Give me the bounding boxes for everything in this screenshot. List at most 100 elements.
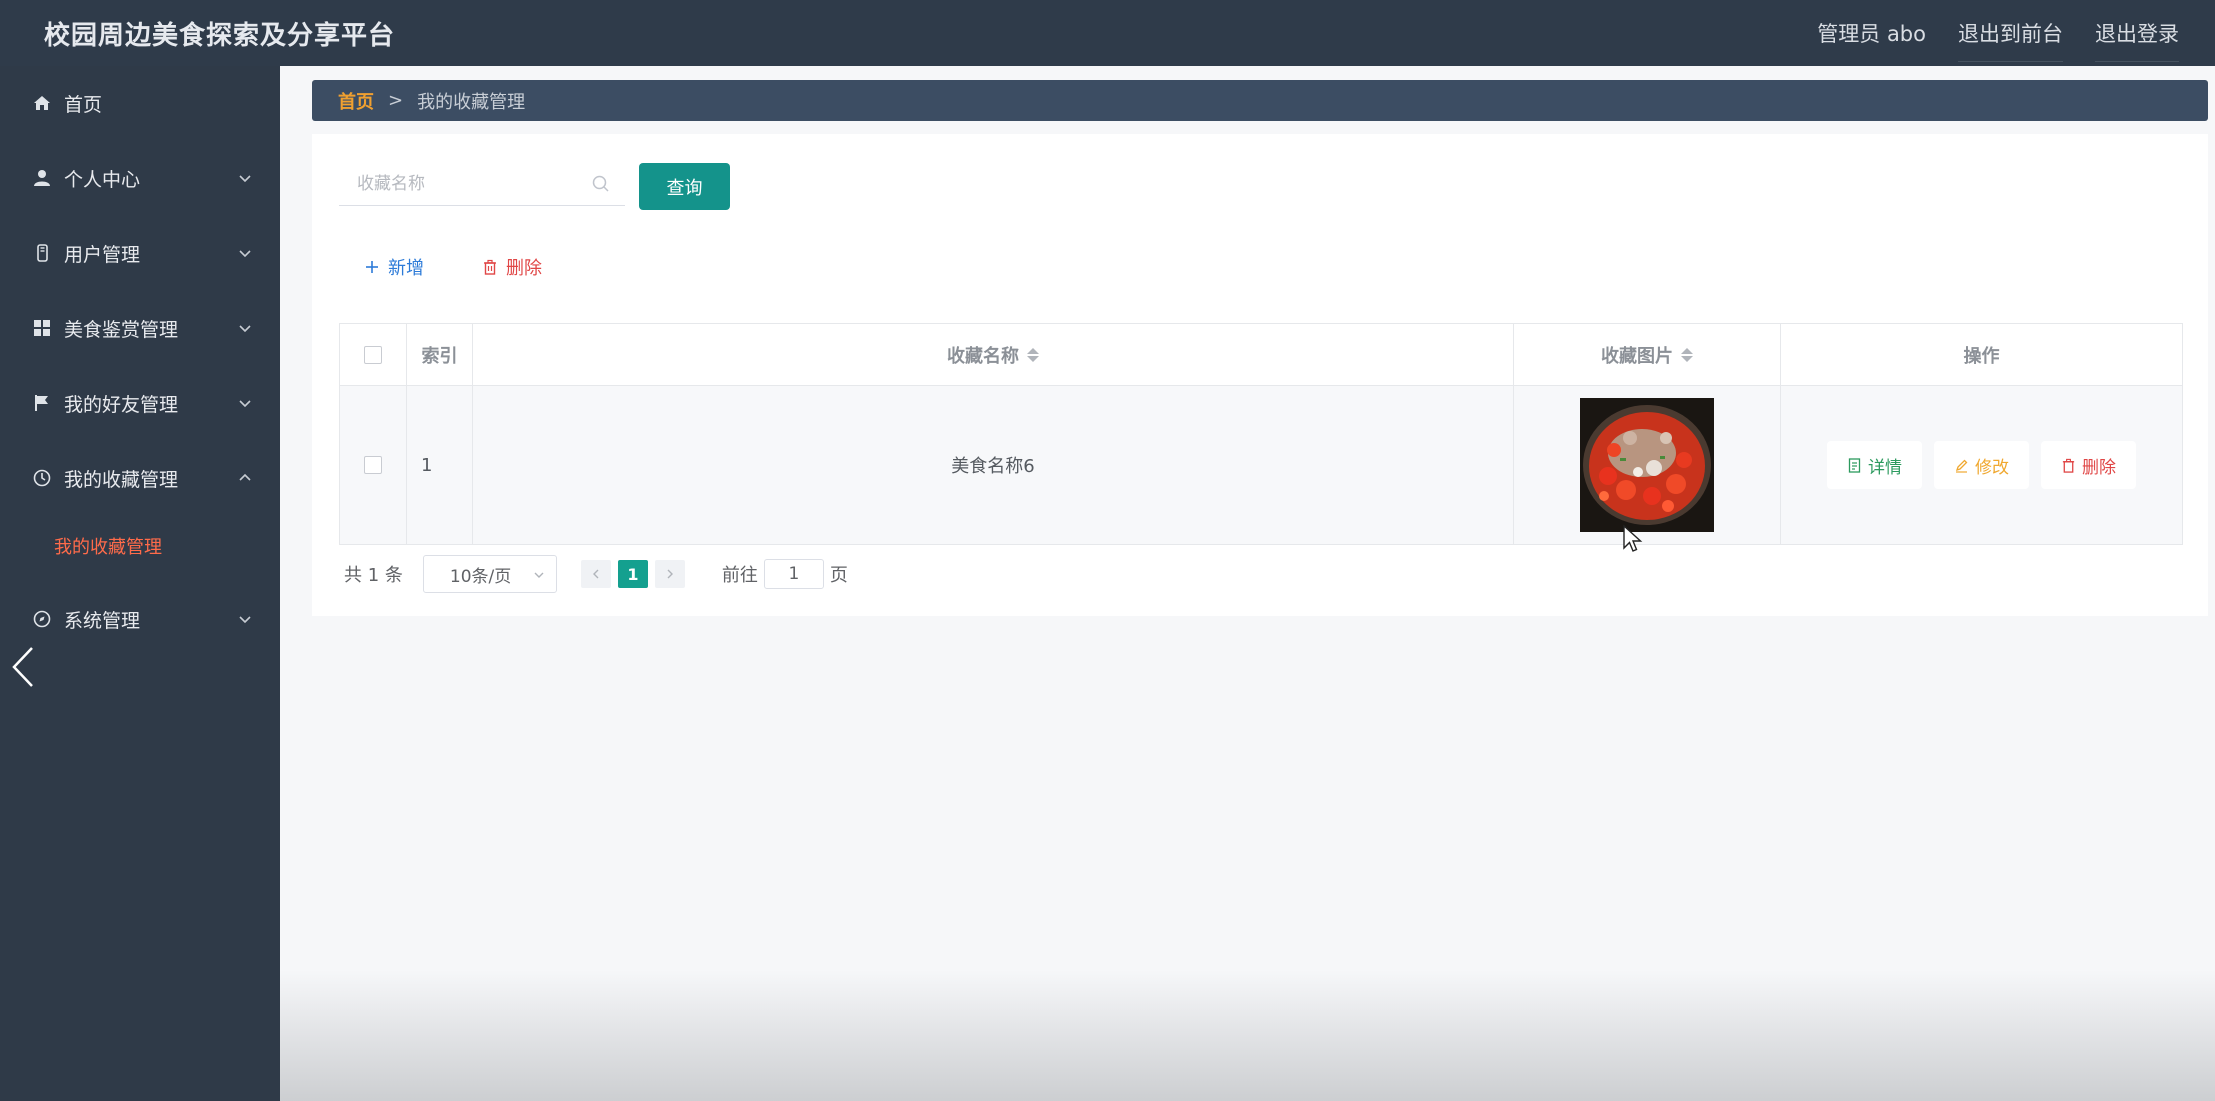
total-count: 共 1 条 (344, 565, 403, 586)
mouse-cursor-icon (1623, 524, 1643, 552)
header-image-wrap: 收藏图片 (1601, 342, 1693, 368)
sidebar-item-label: 我的好友管理 (64, 393, 179, 416)
exit-to-frontend-link[interactable]: 退出到前台 (1958, 18, 2063, 62)
pagination: 共 1 条 10条/页 1 前往 页 (344, 554, 848, 594)
query-button[interactable]: 查询 (639, 163, 730, 210)
goto-page: 前往 页 (722, 559, 848, 589)
sidebar-item-food-review[interactable]: 美食鉴赏管理 (0, 300, 280, 356)
goto-prefix: 前往 (721, 565, 758, 586)
sort-icon[interactable] (1681, 347, 1693, 362)
top-bar: 校园周边美食探索及分享平台 管理员 abo 退出到前台 退出登录 (0, 0, 2215, 66)
row-name: 美食名称6 (951, 456, 1035, 477)
header-index: 索引 (421, 345, 458, 367)
delete-button-label: 删除 (506, 258, 542, 279)
header-name-cell[interactable]: 收藏名称 (473, 324, 1514, 385)
app-title: 校园周边美食探索及分享平台 (44, 20, 396, 51)
top-actions: 管理员 abo 退出到前台 退出登录 (1817, 18, 2179, 62)
pencil-icon (1955, 459, 1968, 473)
page-size-select[interactable]: 10条/页 (422, 555, 557, 593)
add-button-label: 新增 (388, 258, 424, 279)
trash-icon (2062, 458, 2075, 473)
header-select-cell (340, 324, 407, 385)
header-name: 收藏名称 (947, 345, 1019, 367)
flag-icon (32, 393, 52, 413)
sidebar-item-label: 美食鉴赏管理 (64, 318, 179, 341)
chevron-down-icon (239, 175, 251, 183)
header-ops-cell: 操作 (1781, 324, 2182, 385)
search-input[interactable] (357, 173, 577, 194)
edit-button[interactable]: 修改 (1934, 441, 2029, 489)
search-icon (592, 175, 609, 192)
page-size-value: 10条/页 (449, 566, 512, 587)
user-icon (32, 168, 52, 188)
goto-suffix: 页 (829, 565, 848, 586)
header-image-cell[interactable]: 收藏图片 (1514, 324, 1781, 385)
chevron-left-icon (592, 569, 599, 579)
header-name-wrap: 收藏名称 (947, 342, 1039, 368)
breadcrumb-separator: > (388, 90, 404, 111)
page-number-button[interactable]: 1 (617, 560, 648, 588)
detail-label: 详情 (1868, 457, 1902, 478)
sidebar-item-label: 我的收藏管理 (64, 468, 179, 491)
row-delete-label: 删除 (2082, 457, 2116, 478)
sort-icon[interactable] (1027, 347, 1039, 362)
sidebar-subitem-my-favorites[interactable]: 我的收藏管理 (0, 521, 280, 571)
sidebar-item-label: 用户管理 (64, 243, 141, 266)
sidebar-item-label: 个人中心 (64, 168, 141, 191)
logout-link[interactable]: 退出登录 (2095, 18, 2179, 62)
breadcrumb: 首页 > 我的收藏管理 (312, 80, 2208, 121)
add-button[interactable]: 新增 (364, 252, 424, 282)
row-select-cell (340, 386, 407, 544)
row-delete-button[interactable]: 删除 (2041, 441, 2136, 489)
goto-page-input[interactable] (763, 559, 824, 589)
main-panel: 查询 新增 删除 索引 收藏名称 收藏图片 (312, 134, 2208, 616)
prev-page-button[interactable] (580, 560, 611, 588)
home-icon (32, 93, 52, 113)
header-ops: 操作 (1963, 345, 2000, 367)
trash-icon (484, 259, 496, 275)
sidebar-item-system[interactable]: 系统管理 (0, 591, 280, 647)
chevron-down-icon (239, 250, 251, 258)
table-header: 索引 收藏名称 收藏图片 操作 (340, 324, 2182, 386)
chevron-down-icon (239, 325, 251, 333)
edit-label: 修改 (1975, 457, 2009, 478)
grid-icon (32, 318, 52, 338)
sidebar-item-user-management[interactable]: 用户管理 (0, 225, 280, 281)
next-page-button[interactable] (654, 560, 685, 588)
breadcrumb-home-link[interactable]: 首页 (338, 88, 374, 114)
table-row[interactable]: 1 美食名称6 详情 修改 删除 (340, 386, 2182, 544)
sidebar-item-label: 系统管理 (64, 609, 141, 632)
food-image[interactable] (1580, 398, 1714, 532)
sidebar: 首页 个人中心 用户管理 美食鉴赏管理 我的好友管理 我的收藏管理 我的收藏管理… (0, 66, 280, 1101)
document-icon (1848, 457, 1861, 473)
detail-button[interactable]: 详情 (1827, 441, 1922, 489)
search-field (339, 162, 625, 206)
compass-icon (32, 609, 52, 629)
chevron-right-icon (667, 569, 673, 579)
header-image: 收藏图片 (1601, 345, 1673, 367)
batch-delete-button[interactable]: 删除 (482, 252, 542, 282)
row-ops-cell: 详情 修改 删除 (1781, 386, 2182, 544)
clock-icon (32, 468, 52, 488)
row-name-cell: 美食名称6 (473, 386, 1514, 544)
sidebar-item-friends[interactable]: 我的好友管理 (0, 375, 280, 431)
phone-icon (32, 243, 52, 263)
collapse-sidebar-arrow-icon[interactable] (8, 644, 38, 690)
row-image-cell (1514, 386, 1781, 544)
header-index-cell: 索引 (407, 324, 473, 385)
bottom-fade (280, 970, 2215, 1101)
select-all-checkbox[interactable] (364, 345, 382, 364)
chevron-down-icon (534, 572, 544, 578)
sidebar-item-label: 首页 (64, 93, 103, 116)
sidebar-item-personal-center[interactable]: 个人中心 (0, 150, 280, 206)
sidebar-item-home[interactable]: 首页 (0, 75, 280, 131)
row-checkbox[interactable] (364, 456, 382, 474)
breadcrumb-current: 我的收藏管理 (417, 91, 526, 113)
chevron-down-icon (239, 616, 251, 624)
sidebar-item-favorites[interactable]: 我的收藏管理 (0, 450, 280, 506)
chevron-up-icon (239, 473, 251, 481)
chevron-down-icon (239, 400, 251, 408)
favorites-table: 索引 收藏名称 收藏图片 操作 1 美食名称6 详情 修改 删除 (339, 323, 2183, 545)
row-index-cell: 1 (407, 386, 473, 544)
row-index: 1 (421, 454, 433, 476)
